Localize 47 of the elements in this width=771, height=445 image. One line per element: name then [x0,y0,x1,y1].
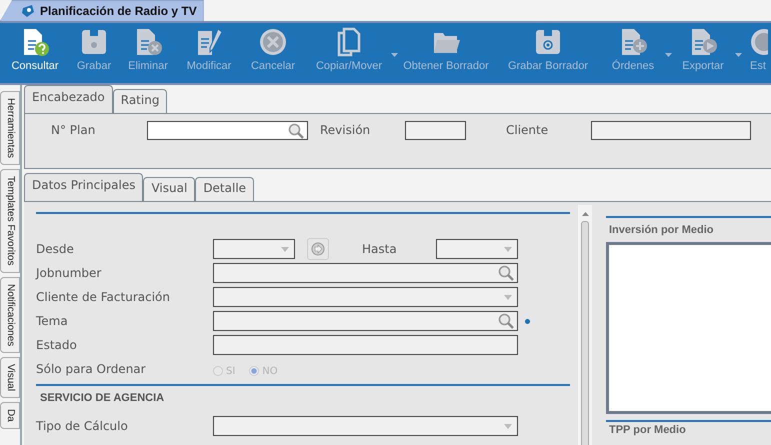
search-field[interactable] [213,311,518,331]
panel-title: Inversión por Medio [608,223,715,238]
dropdown[interactable] [213,416,518,436]
field-label: Revisión [320,123,372,137]
panel-title: TPP por Medio [608,423,687,438]
tab[interactable]: Visual [143,177,196,201]
cancel-icon [258,27,288,57]
side-tab[interactable]: Da [0,402,20,429]
field-label: Cliente de Facturación [36,290,171,304]
field-label: Desde [36,242,75,256]
document-tab[interactable]: Planificación de Radio y TV [0,0,204,21]
scrollbar[interactable] [578,205,592,445]
app-logo-icon [21,4,35,18]
dropdown[interactable] [213,239,295,259]
tab[interactable]: Detalle [195,177,254,201]
arrow-right-icon [311,242,325,256]
field-label: Hasta [362,242,398,256]
field-label: N° Plan [51,123,96,137]
tab[interactable]: Encabezado [24,85,113,113]
text-field[interactable] [213,335,518,355]
search-icon[interactable] [288,123,304,139]
field-label: Estado [36,338,78,352]
toolbar-button[interactable]: Consultar [11,23,59,83]
search-field[interactable] [213,263,518,283]
field-label: Cliente [506,123,550,137]
side-tab[interactable]: Herramientas [0,91,20,166]
search-field[interactable] [147,121,308,140]
dropdown-arrow-icon [504,247,512,252]
dropdown-arrow-icon [281,247,289,252]
scroll-up-icon[interactable] [582,212,588,216]
dropdown-arrow-icon [504,295,512,300]
side-tab[interactable]: Notificaciones [0,276,20,353]
tab[interactable]: Rating [112,89,168,113]
section-title: SERVICIO DE AGENCIA [39,391,166,406]
field-label: Tema [36,314,69,328]
side-tab[interactable]: Visual [0,356,20,398]
search-icon[interactable] [498,313,514,329]
search-icon[interactable] [498,265,514,281]
dropdown[interactable] [436,239,518,259]
scroll-thumb[interactable] [581,221,589,445]
dropdown[interactable] [213,287,518,307]
dropdown-arrow-icon [504,424,512,429]
tab[interactable]: Datos Principales [24,173,144,201]
side-tab[interactable]: Templates Favoritos [0,169,20,273]
field-label: Sólo para Ordenar [36,362,147,376]
field-label: Jobnumber [36,266,102,280]
field-label: Tipo de Cálculo [36,419,129,433]
